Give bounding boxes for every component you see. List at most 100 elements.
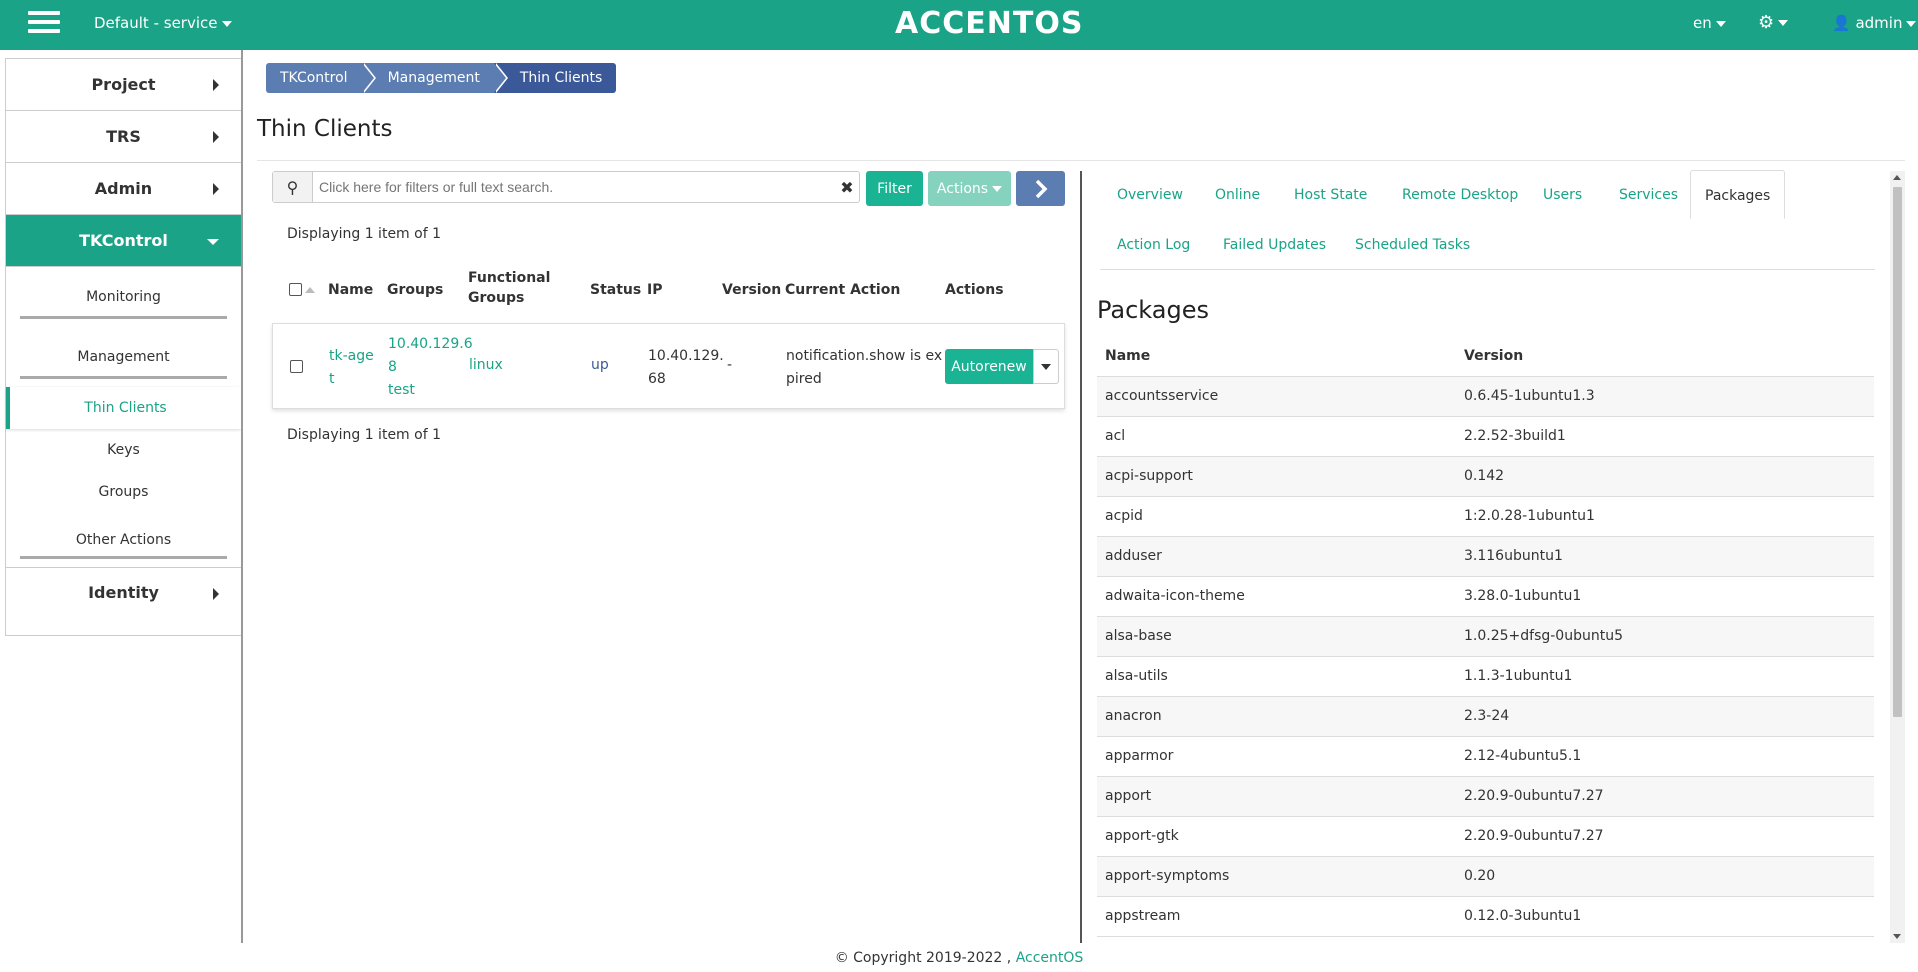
actions-button[interactable]: Actions: [928, 171, 1011, 206]
sidebar-item-thin-clients[interactable]: Thin Clients: [6, 387, 241, 429]
search-bar: ⚲ ✖: [272, 171, 860, 203]
package-name: alsa-base: [1105, 628, 1172, 644]
table-row[interactable]: tk-age t 10.40.129.6 8 test linux up 10.…: [272, 323, 1065, 409]
breadcrumb: TKControl Management Thin Clients: [266, 63, 617, 93]
package-name: apparmor: [1105, 748, 1174, 764]
chevron-right-icon: [213, 79, 219, 91]
column-package-name[interactable]: Name: [1105, 348, 1150, 364]
column-version[interactable]: Version: [722, 282, 781, 298]
tab-failed-updates[interactable]: Failed Updates: [1223, 237, 1326, 253]
sidebar-group-other-actions[interactable]: Other Actions: [6, 513, 241, 567]
tab-action-log[interactable]: Action Log: [1117, 237, 1190, 253]
tab-services[interactable]: Services: [1619, 187, 1678, 203]
table-row: anacron 2.3-24: [1097, 697, 1874, 737]
scrollbar-thumb[interactable]: [1893, 187, 1902, 717]
cell-line: test: [388, 382, 415, 398]
column-ip[interactable]: IP: [647, 282, 662, 298]
package-version: 2.20.9-0ubuntu7.27: [1464, 828, 1604, 844]
scroll-down-icon[interactable]: [1893, 934, 1901, 939]
column-current-action[interactable]: Current Action: [785, 282, 900, 298]
panel-splitter[interactable]: [1080, 171, 1082, 943]
client-groups-link[interactable]: 10.40.129.6 8 test: [388, 333, 473, 402]
column-label-line: Functional: [468, 270, 551, 286]
package-version: 2.2.52-3build1: [1464, 428, 1566, 444]
divider: [20, 556, 227, 559]
language-label: en: [1693, 14, 1712, 32]
sidebar-section-project[interactable]: Project: [6, 59, 241, 111]
search-input[interactable]: [313, 173, 835, 201]
sidebar: Project TRS Admin TKControl Monitoring M…: [5, 58, 242, 636]
user-icon: 👤: [1832, 14, 1851, 32]
sidebar-section-label: Project: [91, 75, 156, 94]
tab-online[interactable]: Online: [1215, 187, 1260, 203]
sidebar-section-trs[interactable]: TRS: [6, 111, 241, 163]
menu-icon[interactable]: [28, 11, 60, 37]
package-name: acpi-support: [1105, 468, 1193, 484]
next-button[interactable]: [1016, 171, 1065, 206]
breadcrumb-thin-clients[interactable]: Thin Clients: [493, 63, 617, 93]
tab-host-state[interactable]: Host State: [1294, 187, 1367, 203]
sidebar-group-management[interactable]: Management: [6, 327, 241, 387]
chevron-down-icon: [207, 239, 219, 245]
column-groups[interactable]: Groups: [387, 282, 443, 298]
divider: [20, 316, 227, 319]
user-menu[interactable]: 👤 admin: [1832, 14, 1917, 32]
sidebar-item-groups[interactable]: Groups: [6, 471, 241, 513]
search-icon[interactable]: ⚲: [273, 172, 313, 202]
package-name: apport-symptoms: [1105, 868, 1230, 884]
sidebar-section-admin[interactable]: Admin: [6, 163, 241, 215]
cell-line: 68: [648, 371, 666, 387]
sidebar-group-label: Management: [77, 349, 170, 365]
project-selector[interactable]: Default - service: [94, 14, 232, 32]
sidebar-item-keys[interactable]: Keys: [6, 429, 241, 471]
version-value: -: [727, 357, 733, 373]
table-row: apparmor 2.12-4ubuntu5.1: [1097, 737, 1874, 777]
sidebar-section-identity[interactable]: Identity: [6, 567, 241, 617]
settings-menu[interactable]: ⚙: [1758, 12, 1789, 33]
functional-group-link[interactable]: linux: [469, 357, 503, 373]
packages-title: Packages: [1097, 296, 1209, 324]
column-name[interactable]: Name: [328, 282, 373, 298]
package-version: 1.1.3-1ubuntu1: [1464, 668, 1573, 684]
tab-overview[interactable]: Overview: [1117, 187, 1183, 203]
column-status[interactable]: Status: [590, 282, 641, 298]
sidebar-section-label: Admin: [94, 179, 153, 198]
scrollbar[interactable]: [1890, 171, 1905, 943]
client-name-link[interactable]: tk-age t: [329, 345, 374, 391]
tab-users[interactable]: Users: [1543, 187, 1582, 203]
tab-packages[interactable]: Packages: [1690, 170, 1786, 219]
page-title: Thin Clients: [257, 116, 393, 142]
column-package-version[interactable]: Version: [1464, 348, 1523, 364]
cell-line: notification.show is ex: [786, 348, 943, 364]
breadcrumb-management[interactable]: Management: [361, 63, 509, 93]
sort-icon[interactable]: [305, 286, 315, 294]
column-functional-groups[interactable]: Functional Groups: [468, 270, 550, 306]
scroll-up-icon[interactable]: [1893, 175, 1901, 180]
language-selector[interactable]: en: [1693, 14, 1726, 32]
tab-scheduled-tasks[interactable]: Scheduled Tasks: [1355, 237, 1470, 253]
packages-rows: accountsservice 0.6.45-1ubuntu1.3 acl 2.2.5…: [1097, 377, 1874, 937]
package-version: 2.20.9-0ubuntu7.27: [1464, 788, 1604, 804]
footer-link[interactable]: AccentOS: [1016, 950, 1084, 966]
sidebar-section-tkcontrol[interactable]: TKControl: [6, 215, 241, 267]
table-row: acpid 1:2.0.28-1ubuntu1: [1097, 497, 1874, 537]
package-version: 0.6.45-1ubuntu1.3: [1464, 388, 1595, 404]
table-row: alsa-utils 1.1.3-1ubuntu1: [1097, 657, 1874, 697]
tab-remote-desktop[interactable]: Remote Desktop: [1402, 187, 1518, 203]
chevron-right-icon: [213, 183, 219, 195]
select-all-checkbox[interactable]: [289, 283, 302, 296]
filter-button[interactable]: Filter: [866, 171, 923, 206]
sidebar-group-monitoring[interactable]: Monitoring: [6, 267, 241, 327]
cell-line: pired: [786, 371, 822, 387]
breadcrumb-tkcontrol[interactable]: TKControl: [266, 63, 376, 93]
divider: [20, 376, 227, 379]
sidebar-section-label: TKControl: [79, 231, 168, 250]
table-row: apport-gtk 2.20.9-0ubuntu7.27: [1097, 817, 1874, 857]
close-icon[interactable]: ✖: [835, 178, 859, 197]
autorenew-button[interactable]: Autorenew: [945, 349, 1033, 384]
row-checkbox[interactable]: [290, 360, 303, 373]
row-actions-dropdown[interactable]: [1033, 349, 1059, 384]
package-name: acl: [1105, 428, 1126, 444]
package-name: accountsservice: [1105, 388, 1219, 404]
sidebar-group-label: Other Actions: [75, 532, 172, 548]
